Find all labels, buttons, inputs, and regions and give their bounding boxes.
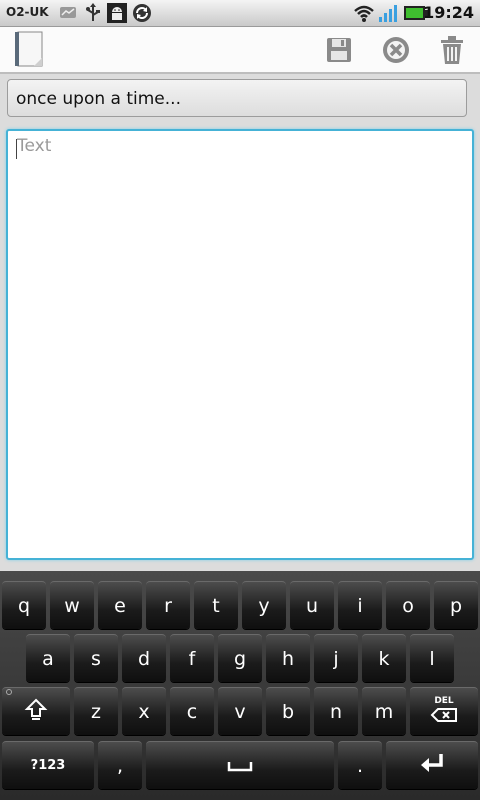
signal-icon (378, 3, 398, 23)
key-h[interactable]: h (266, 634, 310, 682)
body-placeholder: Text (17, 136, 52, 156)
key-u[interactable]: u (290, 581, 334, 629)
backspace-icon (430, 706, 458, 728)
carrier-label: O2-UK (6, 5, 49, 19)
key-r[interactable]: r (146, 581, 190, 629)
action-bar (0, 27, 480, 74)
shift-icon (24, 697, 48, 726)
symbols-key[interactable]: ?123 (2, 741, 94, 789)
key-p[interactable]: p (434, 581, 478, 629)
text-cursor (16, 139, 17, 159)
status-bar: O2-UK 19:24 (0, 0, 480, 27)
comma-key[interactable]: , (98, 741, 142, 789)
note-body-input[interactable]: Text (6, 129, 474, 560)
key-y[interactable]: y (242, 581, 286, 629)
cancel-icon[interactable] (377, 31, 415, 69)
trash-icon[interactable] (433, 31, 471, 69)
key-q[interactable]: q (2, 581, 46, 629)
key-f[interactable]: f (170, 634, 214, 682)
shift-key[interactable] (2, 687, 70, 735)
soft-keyboard: q w e r t y u i o p a s d f g h j k l z … (0, 571, 480, 800)
key-a[interactable]: a (26, 634, 70, 682)
enter-icon (419, 752, 445, 779)
key-o[interactable]: o (386, 581, 430, 629)
usb-icon (83, 3, 103, 23)
key-t[interactable]: t (194, 581, 238, 629)
wifi-icon (354, 3, 374, 23)
key-m[interactable]: m (362, 687, 406, 735)
note-icon[interactable] (10, 31, 48, 69)
period-key[interactable]: . (338, 741, 382, 789)
key-c[interactable]: c (170, 687, 214, 735)
key-d[interactable]: d (122, 634, 166, 682)
key-b[interactable]: b (266, 687, 310, 735)
shift-indicator (6, 689, 12, 695)
key-z[interactable]: z (74, 687, 118, 735)
enter-key[interactable] (386, 741, 478, 789)
sync-icon (132, 3, 152, 23)
space-icon (227, 755, 253, 777)
key-k[interactable]: k (362, 634, 406, 682)
key-j[interactable]: j (314, 634, 358, 682)
key-w[interactable]: w (50, 581, 94, 629)
message-icon (58, 3, 78, 23)
clock: 19:24 (423, 3, 474, 22)
key-n[interactable]: n (314, 687, 358, 735)
delete-label: DEL (434, 695, 454, 706)
key-g[interactable]: g (218, 634, 262, 682)
key-v[interactable]: v (218, 687, 262, 735)
delete-key[interactable]: DEL (410, 687, 478, 735)
key-s[interactable]: s (74, 634, 118, 682)
space-key[interactable] (146, 741, 334, 789)
key-l[interactable]: l (410, 634, 454, 682)
key-x[interactable]: x (122, 687, 166, 735)
save-icon[interactable] (320, 31, 358, 69)
key-e[interactable]: e (98, 581, 142, 629)
android-debug-icon (107, 3, 127, 23)
key-i[interactable]: i (338, 581, 382, 629)
title-input[interactable]: once upon a time... (7, 79, 467, 117)
